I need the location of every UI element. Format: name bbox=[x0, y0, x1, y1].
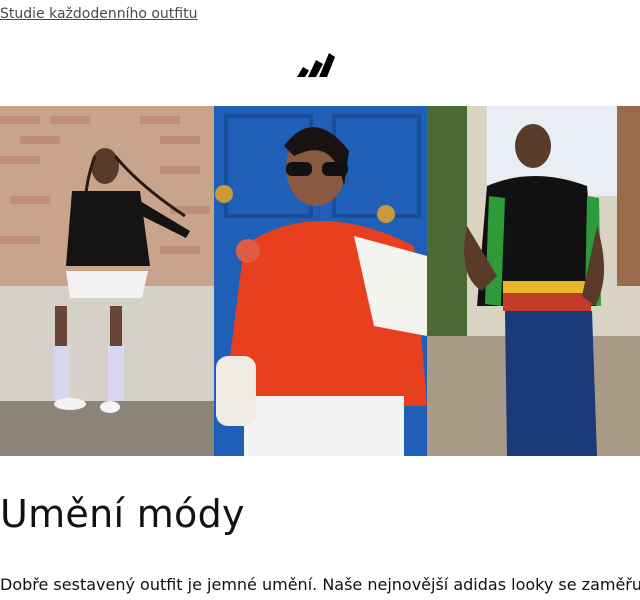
adidas-logo-icon[interactable] bbox=[297, 53, 335, 77]
preheader-link[interactable]: Studie každodenního outfitu bbox=[0, 6, 197, 22]
hero-photo-2-illustration bbox=[214, 106, 427, 456]
hero-photo-3[interactable] bbox=[427, 106, 640, 456]
headline: Umění módy bbox=[0, 492, 245, 536]
hero-photo-3-illustration bbox=[427, 106, 640, 456]
hero-photo-1-illustration bbox=[0, 106, 214, 456]
hero-image-strip[interactable] bbox=[0, 106, 640, 456]
hero-photo-2[interactable] bbox=[214, 106, 427, 456]
body-paragraph: Dobře sestavený outfit je jemné umění. N… bbox=[0, 575, 640, 594]
hero-photo-1[interactable] bbox=[0, 106, 214, 456]
